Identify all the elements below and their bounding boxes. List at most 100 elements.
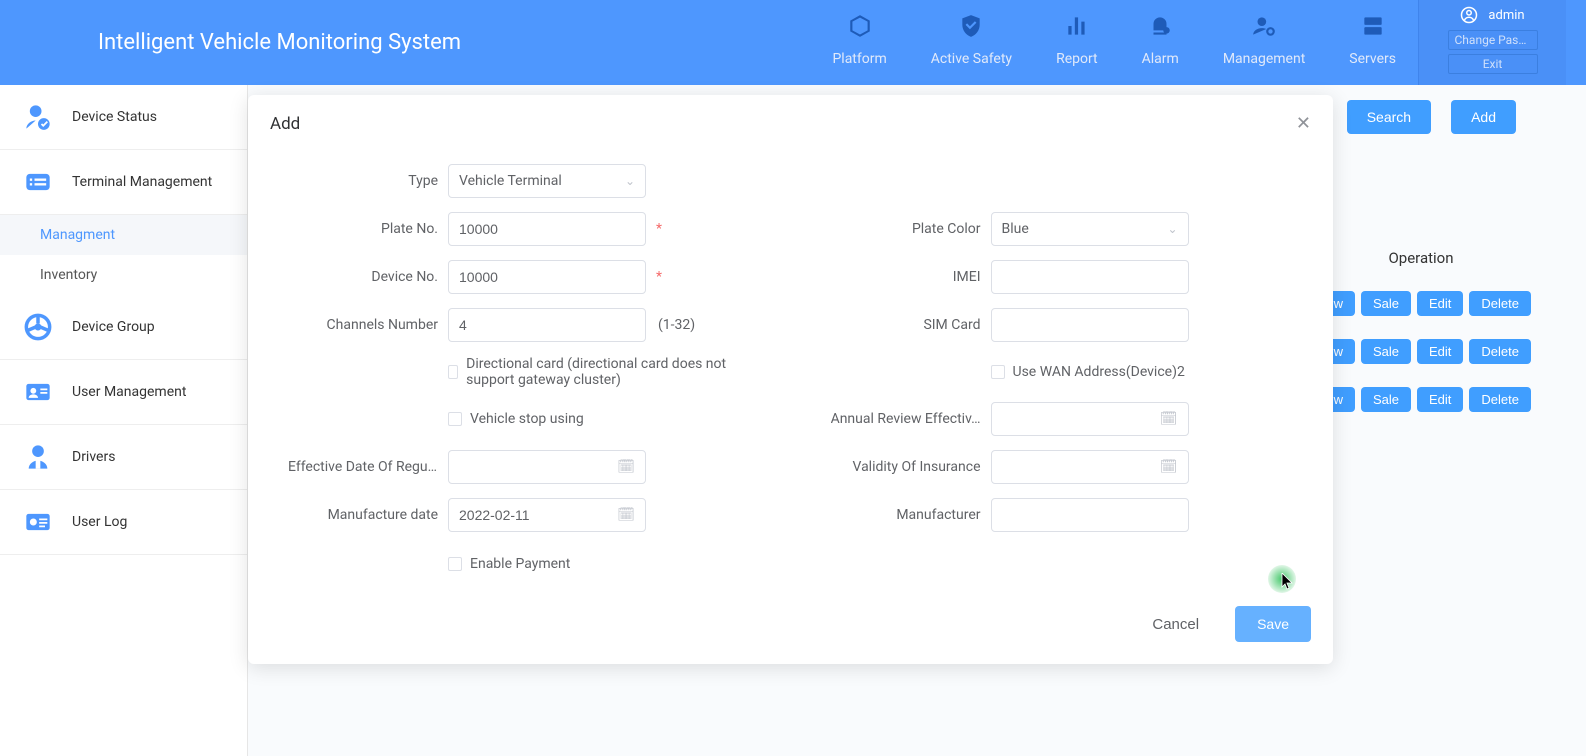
- nav-servers[interactable]: Servers: [1327, 13, 1418, 85]
- add-button[interactable]: Add: [1451, 100, 1516, 134]
- annual-review-date-input[interactable]: 🗓: [991, 402, 1189, 436]
- chevron-down-icon: ⌄: [625, 174, 635, 188]
- server-icon: [1360, 13, 1386, 39]
- channels-hint: (1-32): [658, 317, 695, 333]
- type-value: Vehicle Terminal: [459, 173, 562, 189]
- cancel-button[interactable]: Cancel: [1136, 608, 1215, 641]
- modal-title: Add: [270, 114, 300, 134]
- sidebar-item-device-group[interactable]: Device Group: [0, 295, 247, 360]
- label-effective-date: Effective Date Of Regul…: [288, 459, 448, 475]
- use-wan-label: Use WAN Address(Device)2: [1013, 364, 1185, 380]
- nav-alarm[interactable]: Alarm: [1120, 13, 1201, 85]
- nav-platform[interactable]: Platform: [810, 13, 908, 85]
- user-gear-icon: [1251, 13, 1277, 39]
- nav-label: Management: [1223, 51, 1305, 67]
- sale-button[interactable]: Sale: [1361, 387, 1411, 412]
- plate-no-input[interactable]: [459, 221, 635, 237]
- manufacture-date-input[interactable]: 🗓: [448, 498, 646, 532]
- delete-button[interactable]: Delete: [1469, 291, 1531, 316]
- required-marker: *: [656, 221, 662, 237]
- vehicle-stop-label: Vehicle stop using: [470, 411, 584, 427]
- sidebar-label: Terminal Management: [72, 174, 212, 190]
- sidebar-item-user-log[interactable]: User Log: [0, 490, 247, 555]
- edit-button[interactable]: Edit: [1417, 291, 1463, 316]
- chart-bar-icon: [1064, 13, 1090, 39]
- enable-payment-label: Enable Payment: [470, 556, 570, 572]
- add-modal: Add ✕ Type Vehicle Terminal ⌄ Plate No. …: [248, 95, 1333, 664]
- directional-checkbox[interactable]: [448, 365, 458, 379]
- label-manufacturer: Manufacturer: [831, 507, 991, 523]
- calendar-icon: 🗓: [617, 459, 635, 475]
- delete-button[interactable]: Delete: [1469, 339, 1531, 364]
- nav-active-safety[interactable]: Active Safety: [909, 13, 1034, 85]
- app-header: Intelligent Vehicle Monitoring System Pl…: [0, 0, 1586, 85]
- driver-icon: [24, 443, 52, 471]
- save-button[interactable]: Save: [1235, 606, 1311, 642]
- imei-input[interactable]: [1002, 269, 1178, 285]
- card-list-icon: [24, 168, 52, 196]
- label-imei: IMEI: [831, 269, 991, 285]
- sale-button[interactable]: Sale: [1361, 339, 1411, 364]
- edit-button[interactable]: Edit: [1417, 387, 1463, 412]
- sale-button[interactable]: Sale: [1361, 291, 1411, 316]
- shield-icon: [958, 13, 984, 39]
- sidebar-label: User Log: [72, 514, 127, 530]
- change-password-button[interactable]: Change Pass...: [1448, 30, 1538, 50]
- vehicle-stop-checkbox[interactable]: [448, 412, 462, 426]
- label-plate-color: Plate Color: [831, 221, 991, 237]
- exit-button[interactable]: Exit: [1448, 54, 1538, 74]
- sidebar-label: Device Status: [72, 109, 157, 125]
- sidebar-sub-management[interactable]: Managment: [0, 215, 247, 255]
- nav-report[interactable]: Report: [1034, 13, 1120, 85]
- user-name-row: admin: [1460, 4, 1524, 26]
- channels-input[interactable]: [459, 317, 635, 333]
- plate-color-value: Blue: [1002, 221, 1029, 237]
- sidebar-item-device-status[interactable]: Device Status: [0, 85, 247, 150]
- nav-label: Alarm: [1142, 51, 1179, 67]
- type-select[interactable]: Vehicle Terminal ⌄: [448, 164, 646, 198]
- label-device-no: Device No.: [288, 269, 448, 285]
- sidebar-label: User Management: [72, 384, 186, 400]
- log-icon: [24, 508, 52, 536]
- sidebar: Device Status Terminal Management Managm…: [0, 85, 248, 756]
- label-plate-no: Plate No.: [288, 221, 448, 237]
- sidebar-label: Drivers: [72, 449, 115, 465]
- operation-column-header: Operation: [1326, 249, 1516, 267]
- sidebar-sub-inventory[interactable]: Inventory: [0, 255, 247, 295]
- app-title: Intelligent Vehicle Monitoring System: [98, 30, 810, 55]
- label-validity-ins: Validity Of Insurance: [831, 459, 991, 475]
- label-annual-review: Annual Review Effectiv…: [831, 411, 991, 427]
- user-name: admin: [1488, 8, 1524, 23]
- nav-label: Report: [1056, 51, 1098, 67]
- alarm-icon: [1147, 13, 1173, 39]
- calendar-icon: 🗓: [1160, 459, 1178, 475]
- plate-color-select[interactable]: Blue ⌄: [991, 212, 1189, 246]
- nav-management[interactable]: Management: [1201, 13, 1327, 85]
- close-icon[interactable]: ✕: [1296, 113, 1311, 134]
- label-channels: Channels Number: [288, 317, 448, 333]
- label-sim: SIM Card: [831, 317, 991, 333]
- user-panel: admin Change Pass... Exit: [1418, 0, 1566, 85]
- effective-date-input[interactable]: 🗓: [448, 450, 646, 484]
- nav-label: Servers: [1349, 51, 1396, 67]
- user-icon: [1460, 6, 1478, 24]
- nav-label: Platform: [832, 51, 886, 67]
- label-type: Type: [288, 173, 448, 189]
- delete-button[interactable]: Delete: [1469, 387, 1531, 412]
- sidebar-item-drivers[interactable]: Drivers: [0, 425, 247, 490]
- edit-button[interactable]: Edit: [1417, 339, 1463, 364]
- search-button[interactable]: Search: [1347, 100, 1431, 134]
- sidebar-item-terminal-management[interactable]: Terminal Management: [0, 150, 247, 215]
- device-no-input[interactable]: [459, 269, 635, 285]
- enable-payment-checkbox[interactable]: [448, 557, 462, 571]
- nav-label: Active Safety: [931, 51, 1012, 67]
- manufacturer-input[interactable]: [1002, 507, 1178, 523]
- sidebar-item-user-management[interactable]: User Management: [0, 360, 247, 425]
- use-wan-checkbox[interactable]: [991, 365, 1005, 379]
- steering-icon: [24, 313, 52, 341]
- required-marker: *: [656, 269, 662, 285]
- label-manufacture-date: Manufacture date: [288, 507, 448, 523]
- sim-input[interactable]: [1002, 317, 1178, 333]
- validity-ins-date-input[interactable]: 🗓: [991, 450, 1189, 484]
- calendar-icon: 🗓: [617, 507, 635, 523]
